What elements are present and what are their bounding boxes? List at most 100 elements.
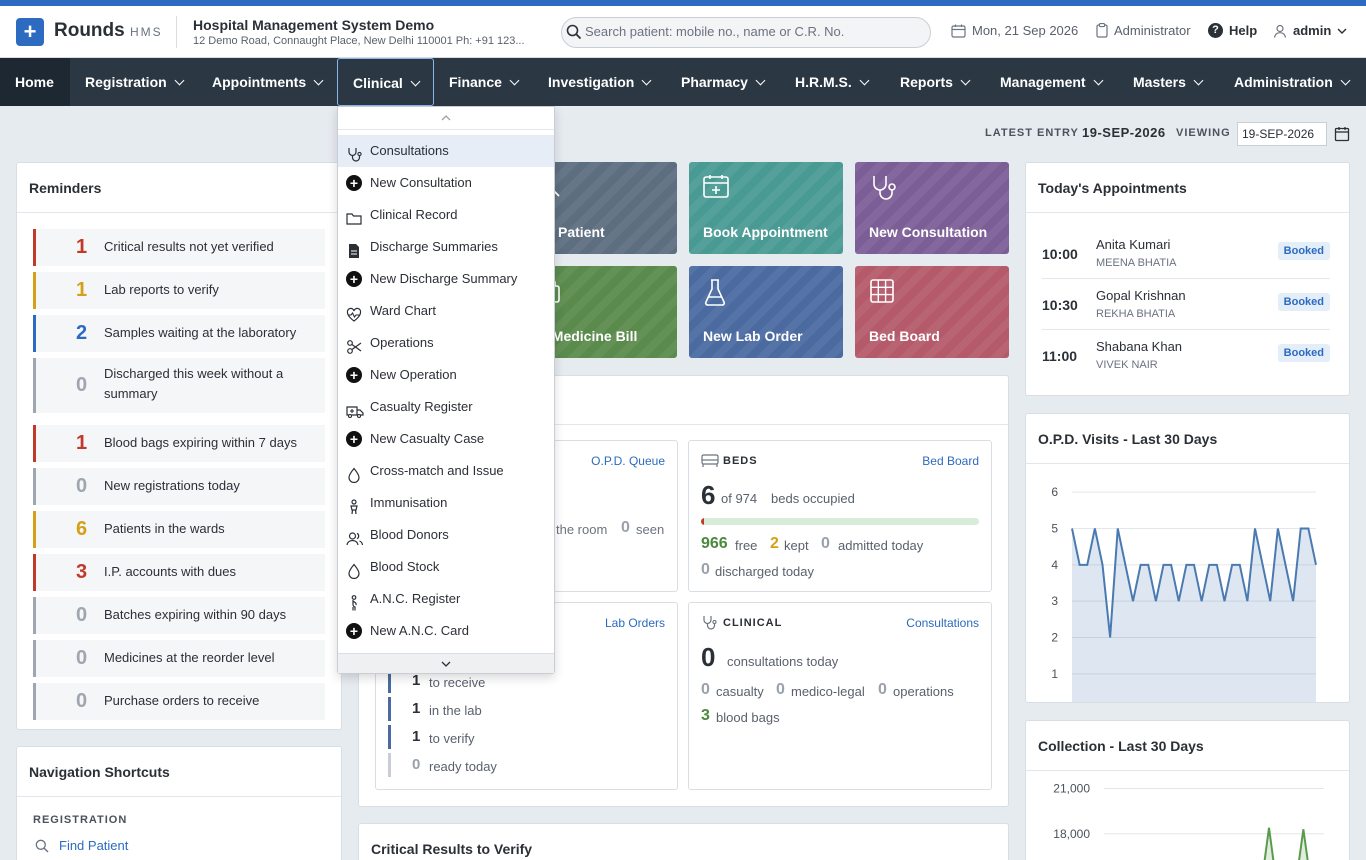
- baby-icon: [346, 495, 362, 515]
- consults-label: consultations today: [727, 654, 839, 669]
- clinical-menu-item[interactable]: Operations: [338, 327, 554, 359]
- hospital-name: Hospital Management System Demo: [193, 17, 435, 33]
- reminder-row[interactable]: 6 Patients in the wards: [33, 511, 325, 548]
- clinical-card: CLINICAL Consultations 0 consultations t…: [688, 602, 992, 790]
- clinical-menu-item[interactable]: + New Consultation: [338, 167, 554, 199]
- clinical-menu-item[interactable]: + New Casualty Case: [338, 423, 554, 455]
- bed-icon: [701, 454, 719, 467]
- user-name: admin: [1293, 23, 1332, 38]
- reminder-text: Samples waiting at the laboratory: [104, 325, 297, 340]
- clinical-menu-item[interactable]: Casualty Register: [338, 391, 554, 423]
- beds-free-count: 966: [701, 535, 728, 552]
- menu-scroll-down[interactable]: [338, 653, 554, 673]
- nav-masters[interactable]: Masters: [1118, 58, 1217, 106]
- lab-orders-link[interactable]: Lab Orders: [605, 616, 665, 630]
- chevron-down-icon: [1093, 75, 1104, 86]
- chevron-down-icon: [1193, 75, 1204, 86]
- consultations-link[interactable]: Consultations: [906, 616, 979, 630]
- nav-clinical[interactable]: Clinical: [337, 58, 434, 106]
- appointment-row[interactable]: 10:00 Anita Kumari MEENA BHATIA Booked: [1042, 228, 1330, 279]
- reminder-count: 6: [76, 517, 88, 540]
- nav-hrms[interactable]: H.R.M.S.: [780, 58, 883, 106]
- opd-queue-link[interactable]: O.P.D. Queue: [591, 454, 665, 468]
- chevron-down-icon: [1340, 75, 1351, 86]
- clinical-menu-item[interactable]: Immunisation: [338, 487, 554, 519]
- calendar-icon: [1334, 127, 1350, 142]
- clinical-menu-item[interactable]: + New A.N.C. Card: [338, 615, 554, 647]
- reminder-row[interactable]: 1 Critical results not yet verified: [33, 229, 325, 266]
- nav-pharmacy[interactable]: Pharmacy: [666, 58, 779, 106]
- user-icon: [1273, 24, 1287, 38]
- nav-hrms-label: H.R.M.S.: [795, 74, 852, 90]
- appointment-row[interactable]: 11:00 Shabana Khan VIVEK NAIR Booked: [1042, 330, 1330, 381]
- brand-name[interactable]: Rounds: [54, 20, 125, 42]
- clinical-menu-item[interactable]: Consultations: [338, 135, 554, 167]
- lab-row-label: in the lab: [429, 703, 482, 718]
- reminder-row[interactable]: 3 I.P. accounts with dues: [33, 554, 325, 591]
- tile-bed-board-label: Bed Board: [869, 328, 940, 344]
- nav-registration[interactable]: Registration: [70, 58, 198, 106]
- viewing-date-input[interactable]: 19-SEP-2026: [1237, 122, 1327, 146]
- reminder-row[interactable]: 0 Discharged this week without a summary: [33, 358, 325, 413]
- nav-reports[interactable]: Reports: [885, 58, 984, 106]
- clinical-menu-item[interactable]: + New Operation: [338, 359, 554, 391]
- appointments-panel: Today's Appointments 10:00 Anita Kumari ME…: [1025, 162, 1350, 396]
- nav-home[interactable]: Home: [0, 58, 70, 106]
- shortcut-find-patient[interactable]: Find Patient: [35, 838, 128, 853]
- ambulance-icon: [346, 399, 364, 419]
- nav-management[interactable]: Management: [985, 58, 1117, 106]
- beds-kept-count: 2: [770, 535, 779, 552]
- tile-new-lab-order[interactable]: New Lab Order: [689, 266, 843, 358]
- clinical-menu-item[interactable]: + New Discharge Summary: [338, 263, 554, 295]
- lab-row-label: ready today: [429, 759, 497, 774]
- y-tick-label: 5: [1051, 522, 1058, 536]
- y-tick-label: 1: [1051, 667, 1058, 681]
- reminder-text: Critical results not yet verified: [104, 239, 274, 254]
- menu-scroll-up[interactable]: [338, 107, 554, 129]
- appointment-time: 11:00: [1042, 348, 1078, 364]
- clinical-menu-item-label: Blood Stock: [370, 559, 440, 574]
- viewing-date-picker[interactable]: [1330, 122, 1352, 146]
- clinical-menu-item[interactable]: Blood Stock: [338, 551, 554, 583]
- nav-administration[interactable]: Administration: [1219, 58, 1364, 106]
- clinical-menu-item[interactable]: Cross-match and Issue: [338, 455, 554, 487]
- appointment-row[interactable]: 10:30 Gopal Krishnan REKHA BHATIA Booked: [1042, 279, 1330, 330]
- clinical-menu-item[interactable]: A.N.C. Register: [338, 583, 554, 615]
- reminder-count: 2: [76, 321, 88, 344]
- reminder-text: Blood bags expiring within 7 days: [104, 435, 297, 450]
- tile-book-appointment[interactable]: Book Appointment: [689, 162, 843, 254]
- clinical-menu-item[interactable]: Ward Chart: [338, 295, 554, 327]
- bed-board-link[interactable]: Bed Board: [922, 454, 979, 468]
- reminder-row[interactable]: 0 Medicines at the reorder level: [33, 640, 325, 677]
- nav-finance[interactable]: Finance: [434, 58, 533, 106]
- beds-discharged-count: 0: [701, 561, 710, 578]
- logo-icon[interactable]: +: [16, 18, 44, 46]
- nav-reports-label: Reports: [900, 74, 953, 90]
- main-nav: Home Registration Appointments Clinical …: [0, 58, 1366, 106]
- clinical-menu-item[interactable]: Blood Donors: [338, 519, 554, 551]
- clinical-menu-item[interactable]: Discharge Summaries: [338, 231, 554, 263]
- reminder-row[interactable]: 0 Purchase orders to receive: [33, 683, 325, 720]
- reminder-row[interactable]: 1 Lab reports to verify: [33, 272, 325, 309]
- reminder-row[interactable]: 2 Samples waiting at the laboratory: [33, 315, 325, 352]
- nav-investigation[interactable]: Investigation: [533, 58, 665, 106]
- beds-card: BEDS Bed Board 6 of 974 beds occupied 96…: [688, 440, 992, 592]
- reminder-text: New registrations today: [104, 478, 240, 493]
- user-menu[interactable]: admin: [1273, 23, 1347, 38]
- nav-appointments[interactable]: Appointments: [197, 58, 337, 106]
- reminder-row[interactable]: 0 Batches expiring within 90 days: [33, 597, 325, 634]
- plus-circle-icon: +: [346, 431, 362, 447]
- help-button[interactable]: ? Help: [1208, 23, 1257, 38]
- appointment-time: 10:30: [1042, 297, 1078, 313]
- panel-divider: [1026, 212, 1349, 213]
- search-input[interactable]: [585, 24, 915, 39]
- reminder-row[interactable]: 0 New registrations today: [33, 468, 325, 505]
- reminder-text: Medicines at the reorder level: [104, 650, 275, 665]
- chevron-down-icon: [641, 75, 652, 86]
- reminder-count: 0: [76, 373, 88, 396]
- patient-search[interactable]: [561, 17, 931, 48]
- clinical-menu-item[interactable]: Clinical Record: [338, 199, 554, 231]
- tile-bed-board[interactable]: Bed Board: [855, 266, 1009, 358]
- reminder-row[interactable]: 1 Blood bags expiring within 7 days: [33, 425, 325, 462]
- tile-new-consultation[interactable]: New Consultation: [855, 162, 1009, 254]
